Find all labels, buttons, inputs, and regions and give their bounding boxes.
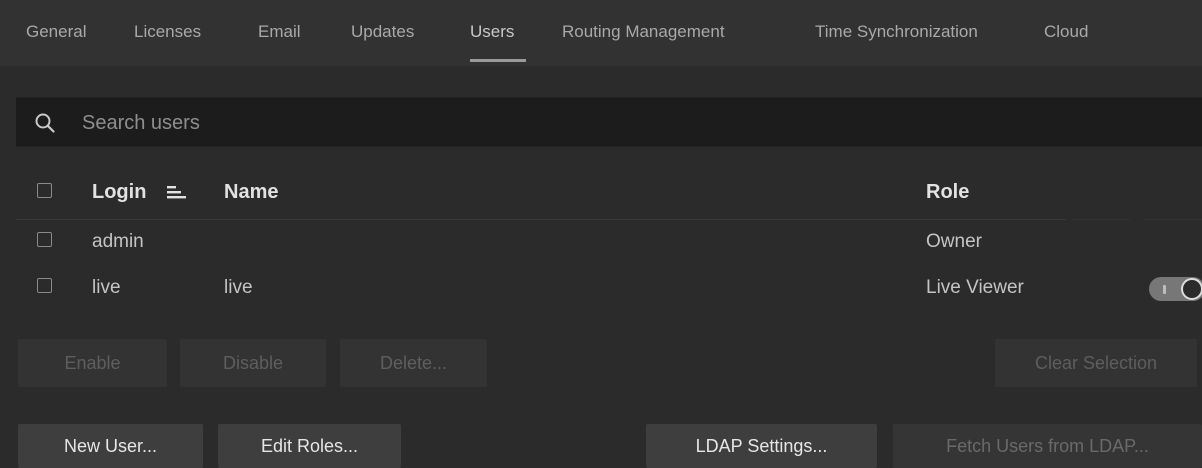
tab-users[interactable]: Users xyxy=(470,22,514,42)
enable-button[interactable]: Enable xyxy=(18,339,167,387)
tab-general[interactable]: General xyxy=(26,22,86,42)
search-input[interactable] xyxy=(80,98,1184,148)
toggle-knob xyxy=(1181,278,1202,300)
row-role: Owner xyxy=(926,231,982,252)
search-icon xyxy=(35,113,55,133)
header-divider xyxy=(16,219,1066,220)
row-name: live xyxy=(224,277,253,298)
tab-updates[interactable]: Updates xyxy=(351,22,414,42)
disable-button[interactable]: Disable xyxy=(180,339,326,387)
clear-selection-button[interactable]: Clear Selection xyxy=(995,339,1197,387)
row-role: Live Viewer xyxy=(926,277,1024,298)
row-checkbox[interactable] xyxy=(37,232,52,247)
toggle-on-mark xyxy=(1163,285,1166,294)
tab-time-synchronization[interactable]: Time Synchronization xyxy=(815,22,978,42)
tab-routing-management[interactable]: Routing Management xyxy=(562,22,725,42)
column-header-name[interactable]: Name xyxy=(224,181,278,204)
user-enabled-toggle[interactable] xyxy=(1149,277,1202,301)
edit-roles-button[interactable]: Edit Roles... xyxy=(218,424,401,468)
column-header-login[interactable]: Login xyxy=(92,181,146,204)
sort-ascending-icon[interactable] xyxy=(165,182,189,202)
tab-cloud[interactable]: Cloud xyxy=(1044,22,1088,42)
row-login: live xyxy=(92,277,121,298)
active-tab-indicator xyxy=(470,59,526,62)
table-row[interactable]: admin Owner xyxy=(16,222,1202,264)
select-all-checkbox[interactable] xyxy=(37,183,52,198)
new-user-button[interactable]: New User... xyxy=(18,424,203,468)
header-divider xyxy=(1144,219,1202,220)
settings-tab-bar: General Licenses Email Updates Users Rou… xyxy=(0,0,1202,66)
row-checkbox[interactable] xyxy=(37,278,52,293)
tab-licenses[interactable]: Licenses xyxy=(134,22,201,42)
table-row[interactable]: live live Live Viewer xyxy=(16,266,1202,308)
tab-email[interactable]: Email xyxy=(258,22,301,42)
header-divider xyxy=(1072,219,1130,220)
ldap-settings-button[interactable]: LDAP Settings... xyxy=(646,424,877,468)
row-login: admin xyxy=(92,231,144,252)
column-header-role[interactable]: Role xyxy=(926,181,969,204)
search-box xyxy=(16,97,1202,148)
users-settings-panel: General Licenses Email Updates Users Rou… xyxy=(0,0,1202,468)
fetch-users-from-ldap-button[interactable]: Fetch Users from LDAP... xyxy=(893,424,1202,468)
delete-button[interactable]: Delete... xyxy=(340,339,487,387)
